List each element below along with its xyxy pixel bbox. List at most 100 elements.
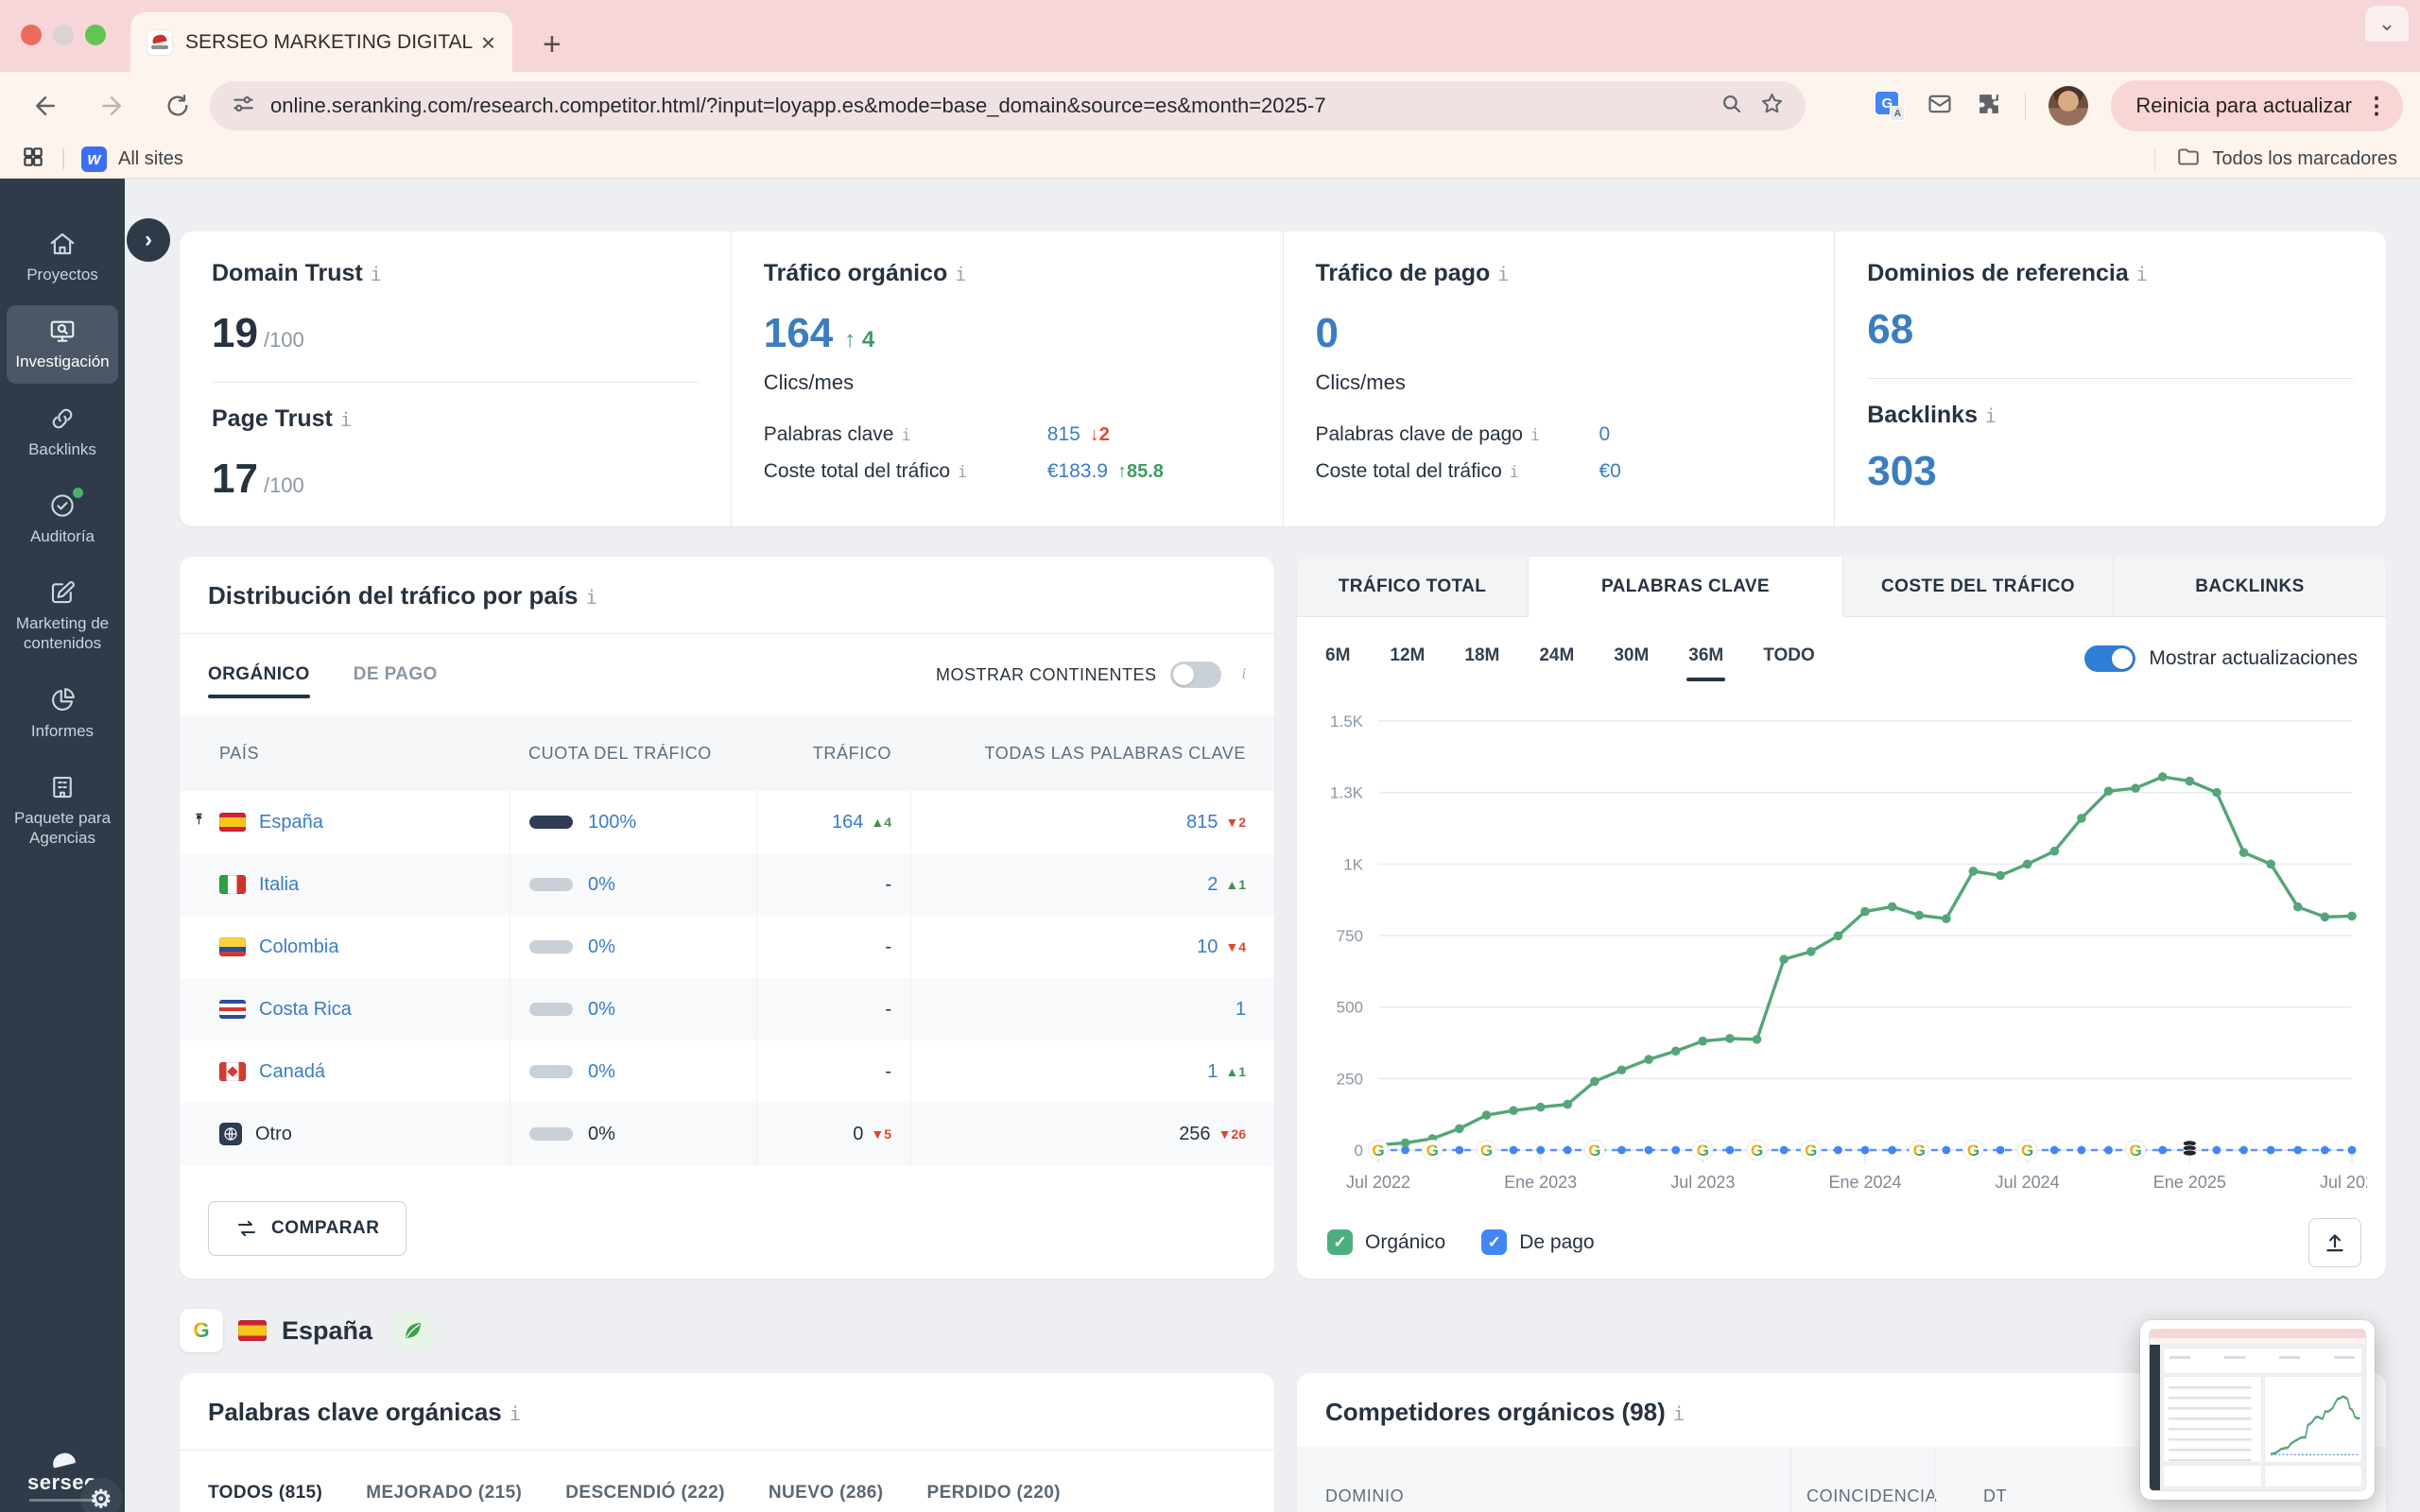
info-icon[interactable]: i [958,462,967,481]
country-link[interactable]: Costa Rica [259,999,352,1021]
country-tab-organico[interactable]: ORGÁNICO [208,634,310,715]
sidebar-item-paquete-para-agencias[interactable]: Paquete para Agencias [7,762,118,860]
ref-domains-label: Dominios de referencia [1867,260,2129,286]
reload-button[interactable] [157,85,199,127]
url-text[interactable]: online.seranking.com/research.competitor… [270,94,1704,118]
share-cell: 0% [510,1040,756,1103]
info-icon[interactable]: i [1497,263,1509,285]
country-tab-de-pago[interactable]: DE PAGO [354,634,438,715]
country-link[interactable]: Colombia [259,936,338,958]
competitors-panel-title: Competidores orgánicos (98) [1325,1398,1666,1426]
sidebar-item-backlinks[interactable]: Backlinks [7,393,118,471]
info-icon[interactable]: i [1673,1402,1685,1425]
back-button[interactable] [25,85,66,127]
window-close-button[interactable] [21,25,42,45]
browser-menu-icon[interactable]: ⋮ [2365,93,2388,120]
info-icon[interactable]: i [902,425,911,444]
range-30m[interactable]: 30M [1614,645,1649,681]
range-18m[interactable]: 18M [1464,645,1499,681]
bookmark-site-label[interactable]: All sites [118,148,183,170]
sidebar-item-investigacion[interactable]: Investigación [7,305,118,384]
chart-tab-trafico-total[interactable]: TRÁFICO TOTAL [1297,557,1529,617]
screenshot-preview-thumbnail[interactable] [2140,1320,2375,1500]
sidebar-item-proyectos[interactable]: Proyectos [7,218,118,296]
extensions-puzzle-icon[interactable] [1976,91,2002,122]
range-24m[interactable]: 24M [1539,645,1574,681]
zoom-icon[interactable] [1720,92,1744,121]
range-12m[interactable]: 12M [1390,645,1425,681]
chart-tab-palabras-clave[interactable]: PALABRAS CLAVE [1529,557,1843,617]
info-icon[interactable]: i [1242,666,1246,683]
leaf-badge-icon[interactable] [393,1311,434,1350]
range-6m[interactable]: 6M [1325,645,1350,681]
legend-checkbox-de-pago[interactable]: ✓ [1481,1229,1508,1255]
range-todo[interactable]: TODO [1763,645,1815,681]
tab-search-button[interactable]: ⌄ [2365,6,2409,42]
legend-label: De pago [1519,1230,1595,1253]
show-updates-toggle[interactable] [2084,645,2136,672]
keyword-tab-nuevo-286[interactable]: NUEVO (286) [769,1483,884,1512]
folder-icon[interactable] [2176,145,2201,174]
apps-grid-icon[interactable] [21,145,45,174]
restart-to-update-button[interactable]: Reinicia para actualizar ⋮ [2111,80,2403,131]
bookmark-star-icon[interactable] [1759,91,1785,121]
traffic-cell: 0 ▼5 [756,1103,910,1165]
legend-de-pago[interactable]: ✓ De pago [1481,1229,1595,1255]
sidebar-item-auditoria[interactable]: Auditoría [7,480,118,558]
new-tab-button[interactable]: + [543,26,562,63]
toolbar-separator [2025,92,2027,120]
legend-label: Orgánico [1365,1230,1446,1253]
sidebar-item-informes[interactable]: Informes [7,675,118,752]
info-icon[interactable]: i [340,408,352,431]
country-link[interactable]: Italia [259,874,299,896]
window-minimize-button[interactable] [53,25,74,45]
info-icon[interactable]: i [1530,425,1540,444]
svg-text:G: G [193,1318,209,1342]
info-icon[interactable]: i [1985,404,1996,427]
address-bar[interactable]: online.seranking.com/research.competitor… [210,81,1806,130]
summary-metrics-panel: Domain Trust i 19/100 Page Trust i 17/100 … [180,232,2386,526]
keyword-tab-todos-815[interactable]: TODOS (815) [208,1483,322,1512]
pin-icon[interactable] [191,812,207,833]
info-icon[interactable]: i [955,263,966,285]
info-icon[interactable]: i [510,1402,522,1425]
mail-extension-icon[interactable] [1927,91,1953,122]
bookmarks-right-separator [2154,147,2156,170]
chart-tab-backlinks[interactable]: BACKLINKS [2114,557,2386,617]
compare-arrows-icon [238,1220,255,1237]
chart-tab-coste-del-trafico[interactable]: COSTE DEL TRÁFICO [1843,557,2114,617]
country-link[interactable]: Canadá [259,1061,325,1083]
sidebar-item-marketing-de-contenidos[interactable]: Marketing de contenidos [7,567,118,665]
info-icon[interactable]: i [371,263,382,285]
keyword-tab-mejorado-215[interactable]: MEJORADO (215) [366,1483,522,1512]
traffic-value: 164 [831,811,864,833]
keyword-tab-descendio-222[interactable]: DESCENDIÓ (222) [565,1483,725,1512]
show-continents-toggle[interactable] [1169,662,1221,688]
bookmark-site-icon[interactable]: w [81,146,107,172]
country-link[interactable]: España [259,812,323,833]
settings-gear-icon[interactable]: ⚙ [79,1478,122,1512]
profile-avatar[interactable] [2048,86,2089,126]
traffic-cell: - [756,853,910,916]
legend-checkbox-organico[interactable]: ✓ [1327,1229,1353,1255]
info-icon[interactable]: i [586,586,598,609]
browser-tab[interactable]: SERSEO MARKETING DIGITAL × [130,12,512,72]
sidebar-expand-button[interactable]: › [127,218,170,262]
window-zoom-button[interactable] [85,25,106,45]
info-icon[interactable]: i [2136,263,2148,285]
site-info-icon[interactable] [231,92,255,121]
col-dt: DT [1983,1486,2008,1505]
compare-button[interactable]: COMPARAR [208,1201,407,1256]
legend-organico[interactable]: ✓ Orgánico [1327,1229,1445,1255]
forward-button[interactable] [91,85,132,127]
tab-close-icon[interactable]: × [481,30,495,55]
export-button[interactable] [2308,1218,2361,1267]
share-cell: 100% [510,791,756,853]
domain-trust-max: /100 [263,328,304,352]
all-bookmarks-label[interactable]: Todos los marcadores [2212,148,2397,170]
backlinks-section: Dominios de referencia i 68 Backlinks i 30… [1834,232,2386,526]
translate-extension-icon[interactable]: G A [1876,92,1905,120]
keyword-tab-perdido-220[interactable]: PERDIDO (220) [927,1483,1061,1512]
info-icon[interactable]: i [1510,462,1519,481]
range-36m[interactable]: 36M [1686,645,1726,681]
